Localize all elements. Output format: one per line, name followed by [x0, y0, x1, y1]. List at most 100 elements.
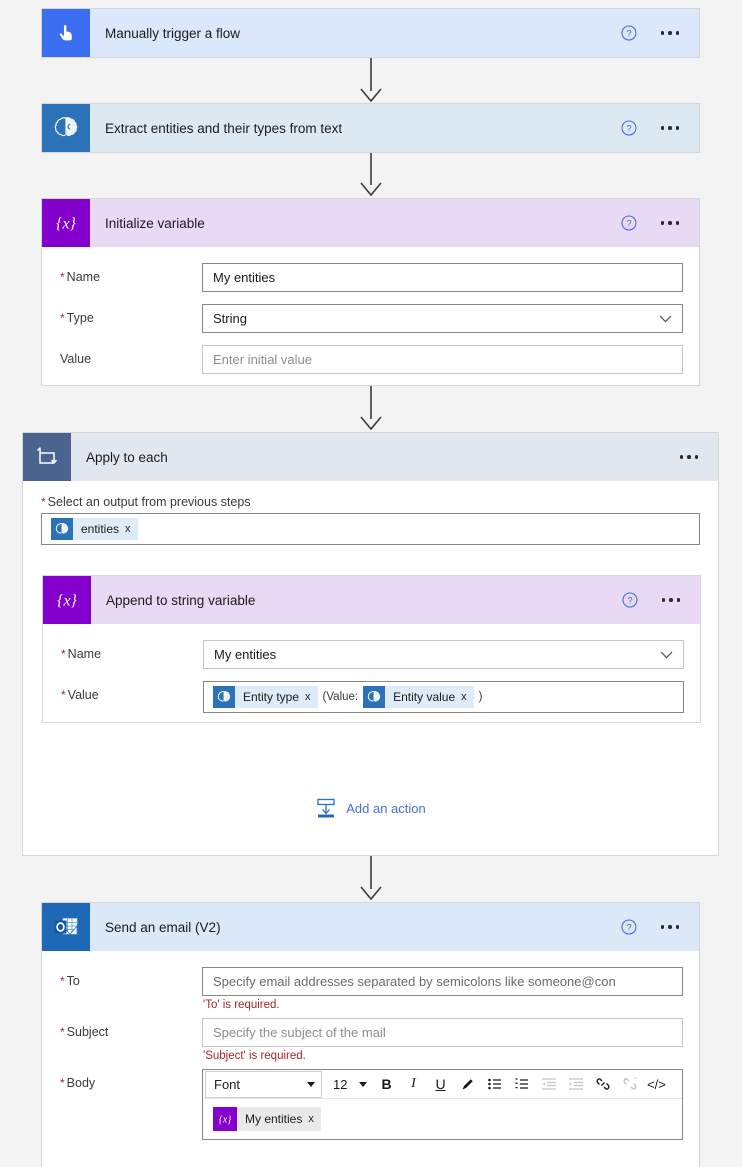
code-view-icon[interactable]: </>: [643, 1071, 670, 1098]
token-label: Entity value: [393, 690, 456, 704]
card-body: Name My entities Value: [43, 624, 700, 729]
underline-icon[interactable]: U: [427, 1071, 454, 1098]
header-actions: ?: [620, 215, 700, 231]
header-actions: ?: [620, 25, 700, 41]
card-header[interactable]: {x} Append to string variable ?: [43, 576, 700, 624]
header-actions: ?: [621, 592, 701, 608]
more-options-icon[interactable]: [659, 919, 682, 935]
card-body: Name My entities Type String Value: [42, 247, 699, 390]
card-append-to-string-variable[interactable]: {x} Append to string variable ? Name My …: [42, 575, 701, 723]
card-initialize-variable[interactable]: {x} Initialize variable ? Name My entiti…: [41, 198, 700, 386]
header-actions: ?: [620, 919, 700, 935]
card-title: Extract entities and their types from te…: [105, 120, 343, 136]
card-header[interactable]: Extract entities and their types from te…: [42, 104, 699, 152]
card-apply-to-each[interactable]: Apply to each Select an output from prev…: [22, 432, 719, 856]
type-dropdown[interactable]: String: [202, 304, 683, 333]
field-row-body: Body Font 12 B I U: [42, 1069, 699, 1140]
field-row-to: To Specify email addresses separated by …: [42, 967, 699, 1011]
bulleted-list-icon[interactable]: [481, 1071, 508, 1098]
close-icon[interactable]: x: [305, 691, 318, 703]
ai-builder-brain-icon: [363, 686, 386, 708]
append-value-field[interactable]: Entity type x (Value: Entity value x): [203, 681, 684, 713]
ai-builder-brain-icon: [42, 104, 90, 152]
insert-link-icon[interactable]: [589, 1071, 616, 1098]
more-options-icon[interactable]: [659, 215, 682, 231]
card-manually-trigger-a-flow[interactable]: Manually trigger a flow ?: [41, 8, 700, 58]
card-header[interactable]: Manually trigger a flow ?: [42, 9, 699, 57]
close-icon[interactable]: x: [125, 523, 138, 535]
card-extract-entities[interactable]: Extract entities and their types from te…: [41, 103, 700, 153]
more-options-icon[interactable]: [659, 120, 682, 136]
token-entity-type[interactable]: Entity type x: [213, 686, 318, 708]
add-an-action-button[interactable]: Add an action: [23, 797, 718, 819]
field-label-type: Type: [60, 304, 202, 325]
close-icon[interactable]: x: [461, 691, 474, 703]
help-icon[interactable]: ?: [620, 919, 637, 935]
card-title: Manually trigger a flow: [105, 25, 241, 41]
to-input[interactable]: Specify email addresses separated by sem…: [202, 967, 683, 996]
field-label-body: Body: [60, 1069, 202, 1090]
field-label-to: To: [60, 967, 202, 988]
card-header[interactable]: {x} Initialize variable ?: [42, 199, 699, 247]
card-header[interactable]: Apply to each: [23, 433, 718, 481]
to-input-placeholder: Specify email addresses separated by sem…: [213, 974, 616, 989]
field-label-name: Name: [61, 640, 203, 661]
subject-input-placeholder: Specify the subject of the mail: [213, 1025, 386, 1040]
more-options-icon[interactable]: [678, 449, 701, 465]
value-input[interactable]: Enter initial value: [202, 345, 683, 374]
connector-initialize-to-loop: [360, 386, 382, 431]
svg-text:?: ?: [626, 124, 631, 135]
name-input[interactable]: My entities: [202, 263, 683, 292]
value-prefix-text: (Value:: [322, 691, 359, 703]
field-label-value: Value: [61, 681, 203, 702]
outlook-icon: [42, 903, 90, 951]
chevron-down-icon: [307, 1081, 315, 1087]
close-icon[interactable]: x: [308, 1113, 321, 1125]
card-send-an-email[interactable]: Send an email (V2) ? To Specify email ad…: [41, 902, 700, 1167]
font-family-value: Font: [214, 1076, 241, 1092]
scrollbar-track[interactable]: [737, 0, 742, 1167]
help-icon[interactable]: ?: [620, 25, 637, 41]
more-options-icon[interactable]: [660, 592, 683, 608]
add-action-icon: [317, 798, 335, 818]
card-title: Apply to each: [86, 449, 168, 465]
variable-braces-icon: {x}: [43, 576, 91, 624]
more-options-icon[interactable]: [659, 25, 682, 41]
token-entity-value[interactable]: Entity value x: [363, 686, 474, 708]
chevron-down-icon: [659, 315, 672, 322]
body-rich-text-editor[interactable]: Font 12 B I U </> {x} My entities x: [202, 1069, 683, 1140]
font-size-dropdown[interactable]: 12: [328, 1071, 373, 1098]
value-input-placeholder: Enter initial value: [213, 352, 312, 367]
remove-link-icon[interactable]: [616, 1071, 643, 1098]
field-row-value: Value Enter initial value: [42, 345, 699, 374]
numbered-list-icon[interactable]: [508, 1071, 535, 1098]
bold-icon[interactable]: B: [373, 1071, 400, 1098]
italic-icon[interactable]: I: [400, 1071, 427, 1098]
field-label-name: Name: [60, 263, 202, 284]
help-icon[interactable]: ?: [620, 120, 637, 136]
card-title: Initialize variable: [105, 215, 205, 231]
chevron-down-icon: [359, 1081, 367, 1087]
svg-text:{x}: {x}: [57, 593, 78, 610]
field-row-type: Type String: [42, 304, 699, 333]
body-content-area[interactable]: {x} My entities x: [203, 1099, 682, 1139]
field-row-append-name: Name My entities: [43, 640, 700, 669]
text-color-pen-icon[interactable]: [454, 1071, 481, 1098]
svg-text:?: ?: [626, 923, 631, 934]
svg-text:{x}: {x}: [56, 216, 77, 233]
loop-input-label: Select an output from previous steps: [41, 495, 700, 509]
increase-indent-icon[interactable]: [562, 1071, 589, 1098]
help-icon[interactable]: ?: [621, 592, 638, 608]
token-my-entities[interactable]: {x} My entities x: [213, 1107, 321, 1131]
token-label: Entity type: [243, 690, 300, 704]
decrease-indent-icon[interactable]: [535, 1071, 562, 1098]
subject-input[interactable]: Specify the subject of the mail: [202, 1018, 683, 1047]
type-dropdown-value: String: [213, 311, 247, 326]
card-header[interactable]: Send an email (V2) ?: [42, 903, 699, 951]
append-name-dropdown[interactable]: My entities: [203, 640, 684, 669]
help-icon[interactable]: ?: [620, 215, 637, 231]
loop-input-field[interactable]: entities x: [41, 513, 700, 545]
token-entities[interactable]: entities x: [51, 518, 138, 540]
variable-braces-icon: {x}: [213, 1107, 237, 1131]
font-family-dropdown[interactable]: Font: [205, 1070, 322, 1098]
